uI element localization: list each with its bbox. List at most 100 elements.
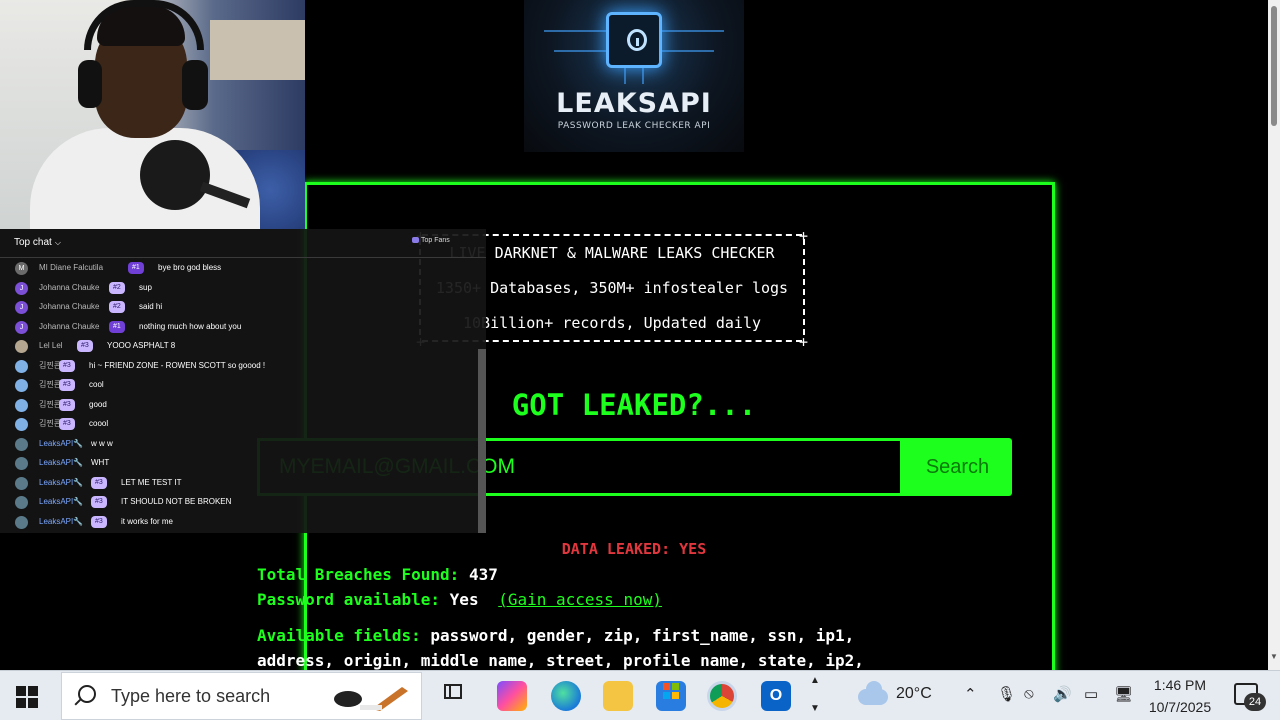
breaches-value: 437 (468, 565, 498, 584)
notification-count: 24 (1244, 693, 1266, 711)
fan-rank-badge: #1 (109, 320, 125, 333)
search-button[interactable]: Search (903, 438, 1012, 496)
outlook-icon[interactable]: O (761, 681, 791, 711)
fan-rank-badge: #1 (128, 262, 144, 274)
chat-message-text: hi ~ FRIEND ZONE - ROWEN SCOTT so goood … (89, 360, 266, 370)
chat-username[interactable]: 김찐쿈 (39, 417, 61, 431)
user-avatar[interactable] (15, 457, 28, 470)
ms-store-icon[interactable] (656, 681, 686, 711)
tray-chevron-up-icon[interactable]: ⌃ (964, 685, 977, 703)
leak-status: DATA LEAKED: YES (561, 540, 707, 558)
file-explorer-icon[interactable] (603, 681, 633, 711)
chat-scrollbar[interactable] (478, 349, 486, 533)
scroll-down-arrow-icon[interactable]: ▼ (1270, 652, 1278, 661)
chat-message-text: sup (139, 282, 152, 292)
user-avatar[interactable] (15, 379, 28, 392)
chat-username[interactable]: Johanna Chauke (39, 281, 100, 295)
edge-icon[interactable] (551, 681, 581, 711)
user-avatar[interactable] (15, 437, 28, 451)
chat-filter-label: Top chat (14, 237, 52, 248)
copilot-icon[interactable] (497, 681, 527, 711)
chat-message-text: coool (89, 419, 109, 428)
user-avatar[interactable] (15, 418, 28, 431)
chat-message-text: YOOO ASPHALT 8 (107, 341, 176, 350)
system-clock[interactable]: 1:46 PM 10/7/2025 (1140, 674, 1220, 718)
notification-icon[interactable]: 24 (1234, 683, 1266, 711)
taskbar-search-placeholder: Type here to search (111, 686, 271, 706)
password-row: Password available: Yes (Gain access now… (257, 590, 662, 609)
chat-username[interactable]: LeaksAPI🔧 (39, 456, 83, 470)
leaksapi-logo: LEAKSAPI PASSWORD LEAK CHECKER API (524, 0, 744, 152)
chat-username[interactable]: 김찐쿈 (39, 359, 61, 373)
chat-username[interactable]: LeaksAPI🔧 (39, 476, 83, 490)
task-view-icon[interactable] (438, 681, 468, 711)
breaches-label: Total Breaches Found: (257, 565, 460, 584)
fan-rank-badge: #3 (59, 418, 75, 430)
chat-message-text: cool (89, 380, 104, 389)
fan-rank-badge: #3 (91, 496, 107, 508)
chat-username[interactable]: LeaksAPI🔧 (39, 495, 83, 509)
microphone-icon[interactable]: 🎙 (997, 685, 1016, 703)
user-avatar[interactable] (15, 496, 28, 509)
chat-message-text: said hi (139, 302, 163, 311)
chat-username[interactable]: Lel Lel (39, 339, 63, 353)
chat-username[interactable]: MI Diane Falcutila (39, 261, 103, 275)
chat-username[interactable]: 김찐쿈 (39, 378, 61, 392)
chat-message-text: bye bro god bless (158, 263, 222, 272)
chat-username[interactable]: LeaksAPI🔧 (39, 437, 83, 451)
webcam-overlay (0, 0, 305, 229)
user-avatar[interactable] (15, 359, 28, 373)
chip-lock-icon (606, 12, 662, 68)
live-chat-overlay: Top chat ⌵ Top Fans M MI Diane Falcutila #1… (0, 229, 486, 533)
scroll-thumb[interactable] (1271, 6, 1277, 126)
chat-message-text: IT SHOULD NOT BE BROKEN (121, 497, 232, 506)
camera-off-icon[interactable]: ⦸ (1024, 685, 1034, 702)
taskbar-search-box[interactable]: Type here to search (61, 672, 422, 720)
weather-temp: 20°C (896, 685, 932, 702)
page-scrollbar[interactable]: ▼ (1268, 0, 1280, 670)
logo-name: LEAKSAPI (556, 88, 712, 119)
chat-username[interactable]: Johanna Chauke (39, 300, 100, 314)
fields-row: Available fields: password, gender, zip,… (257, 626, 854, 645)
chat-filter[interactable]: Top chat ⌵ (14, 237, 61, 248)
chat-message-text: WHT (91, 458, 110, 467)
chat-username[interactable]: Johanna Chauke (39, 320, 100, 334)
fan-rank-badge: #2 (109, 301, 125, 313)
fan-rank-badge: #3 (59, 359, 75, 372)
gain-access-link[interactable]: (Gain access now) (498, 590, 662, 609)
network-icon[interactable]: 🖥 (1114, 685, 1133, 703)
fan-rank-badge: #3 (91, 476, 107, 489)
fields-line-1: password, gender, zip, first_name, ssn, … (430, 626, 855, 645)
volume-icon[interactable]: 🔊 (1053, 685, 1072, 703)
microphone (140, 140, 210, 210)
user-avatar[interactable] (15, 398, 28, 412)
breaches-row: Total Breaches Found: 437 (257, 565, 498, 584)
chat-message-text: nothing much how about you (139, 321, 242, 331)
clock-date: 10/7/2025 (1148, 699, 1212, 715)
taskbar-overflow-up-icon[interactable]: ▲ (810, 675, 820, 686)
chat-username[interactable]: LeaksAPI🔧 (39, 515, 83, 529)
fan-rank-badge: #3 (77, 340, 93, 352)
chrome-icon[interactable] (707, 681, 737, 711)
top-fans-tag: Top Fans (412, 237, 450, 244)
chat-message-text: w w w (91, 438, 113, 448)
fan-rank-badge: #3 (59, 379, 75, 391)
user-avatar[interactable] (15, 515, 28, 529)
user-avatar[interactable]: J (15, 281, 28, 295)
weather-widget[interactable]: 20°C (856, 681, 946, 709)
fan-rank-badge: #3 (59, 398, 75, 411)
fan-rank-badge: #2 (109, 281, 125, 294)
user-avatar[interactable]: J (15, 301, 28, 314)
taskbar-overflow-down-icon[interactable]: ▼ (810, 703, 820, 714)
user-avatar[interactable] (15, 476, 28, 490)
user-avatar[interactable]: M (15, 262, 28, 275)
windows-taskbar: Type here to search O ▲ ▼ 20°C ⌃ 🎙 ⦸ 🔊 ▭… (0, 670, 1280, 720)
chevron-down-icon: ⌵ (54, 238, 61, 247)
battery-icon[interactable]: ▭ (1084, 685, 1098, 703)
chat-username[interactable]: 김찐쿈 (39, 398, 61, 412)
user-avatar[interactable]: J (15, 320, 28, 334)
windows-start-icon[interactable] (16, 686, 38, 708)
clock-time: 1:46 PM (1153, 677, 1207, 693)
user-avatar[interactable] (15, 340, 28, 353)
search-icon (78, 685, 96, 703)
